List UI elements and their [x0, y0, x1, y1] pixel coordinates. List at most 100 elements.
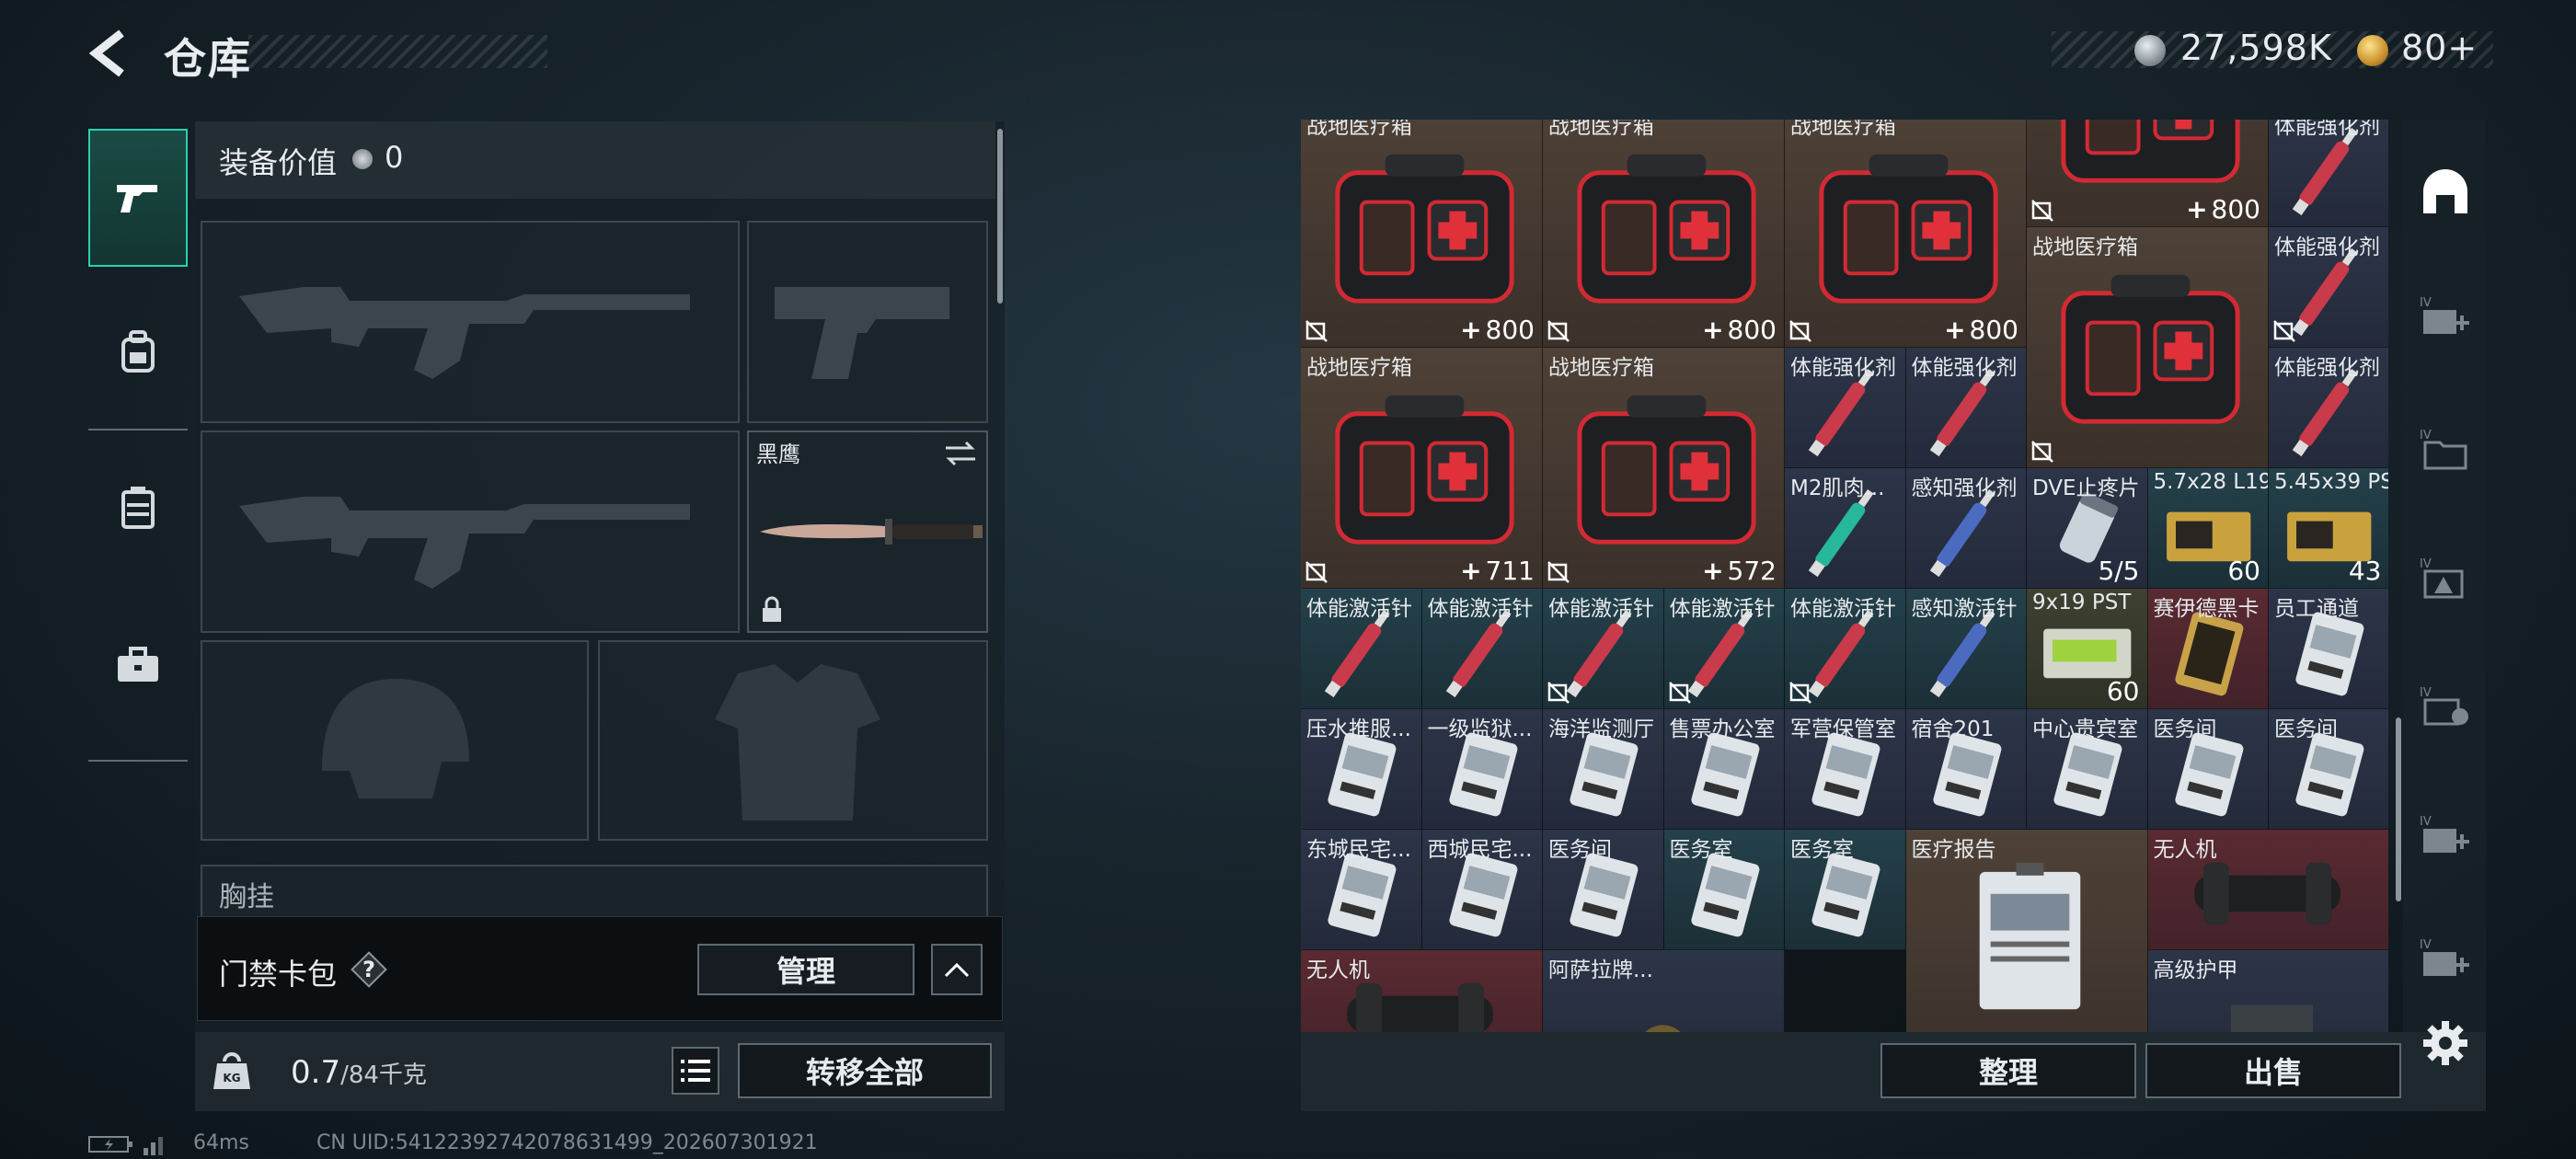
- item-name: 阿萨拉牌...: [1548, 958, 1653, 982]
- inventory-item[interactable]: +800: [2027, 120, 2269, 227]
- inventory-item[interactable]: 体能激活针: [1543, 589, 1664, 709]
- item-name: 高级护甲: [2153, 958, 2238, 982]
- inventory-item[interactable]: 体能强化剂: [2269, 348, 2388, 468]
- chest-rig-label: 胸挂: [219, 881, 274, 913]
- svg-text:IV: IV: [2420, 429, 2432, 442]
- hand-iv-icon[interactable]: IV: [2416, 677, 2475, 736]
- inventory-scrollbar[interactable]: [2396, 717, 2401, 901]
- inventory-item[interactable]: 体能激活针: [1421, 589, 1543, 709]
- inventory-item[interactable]: 宿舍201: [1905, 709, 2027, 830]
- inventory-item[interactable]: 战地医疗箱 +800: [1785, 120, 2027, 348]
- item-quantity: 5/5: [2098, 556, 2139, 586]
- inventory-item[interactable]: 压水推服...: [1301, 709, 1422, 830]
- inventory-item[interactable]: 5.45x39 PS 43: [2269, 468, 2388, 589]
- inventory-item[interactable]: 5.7x28 L190 60: [2147, 468, 2269, 589]
- equipment-scrollbar[interactable]: [997, 129, 1003, 304]
- inventory-item[interactable]: 无人机: [2147, 830, 2388, 950]
- primary-weapon-slot-2[interactable]: [201, 430, 740, 633]
- transfer-all-button[interactable]: 转移全部: [738, 1043, 992, 1098]
- primary-weapon-slot-1[interactable]: [201, 221, 740, 423]
- item-name: 医务室: [1790, 838, 1854, 862]
- back-arrow-icon[interactable]: [85, 28, 136, 79]
- item-quantity: +572: [1702, 556, 1777, 586]
- inventory-item[interactable]: 海洋监测厅: [1543, 709, 1664, 830]
- inventory-item[interactable]: DVE止疼片 5/5: [2027, 468, 2148, 589]
- plus-icon: +: [1460, 556, 1482, 586]
- chest-rig-slot[interactable]: [201, 865, 988, 916]
- nav-backpack-tab[interactable]: [88, 283, 188, 421]
- item-name: M2肌肉...: [1790, 476, 1885, 500]
- inventory-item[interactable]: 战地医疗箱 +800: [1543, 120, 1785, 348]
- manage-keycards-button[interactable]: 管理: [697, 944, 914, 995]
- item-quantity-value: 711: [1485, 556, 1535, 586]
- inventory-item[interactable]: 阿萨拉牌...: [1543, 950, 1785, 1032]
- helmet-slot[interactable]: [201, 640, 589, 841]
- inventory-item[interactable]: 员工通道: [2269, 589, 2388, 709]
- dome-icon[interactable]: [2416, 162, 2475, 221]
- item-name: 军营保管室: [1790, 717, 1896, 741]
- inventory-item[interactable]: 医务室: [1785, 830, 1906, 950]
- list-icon[interactable]: [672, 1047, 719, 1095]
- inventory-item[interactable]: M2肌肉...: [1785, 468, 1906, 589]
- item-quantity: +800: [1460, 315, 1535, 345]
- signal-icon: [144, 1133, 171, 1159]
- inventory-item[interactable]: 医疗报告: [1905, 830, 2148, 1032]
- armor-slot[interactable]: [598, 640, 988, 841]
- inventory-item[interactable]: 9x19 PST 60: [2027, 589, 2148, 709]
- inventory-item[interactable]: 战地医疗箱 +572: [1543, 348, 1785, 589]
- sell-button[interactable]: 出售: [2145, 1043, 2401, 1098]
- inventory-item[interactable]: 西城民宅...: [1421, 830, 1543, 950]
- inventory-item[interactable]: 医务室: [1663, 830, 1785, 950]
- inventory-item[interactable]: 感知强化剂: [1905, 468, 2027, 589]
- nav-case-tab[interactable]: [88, 596, 188, 734]
- inventory-item[interactable]: 体能激活针: [1785, 589, 1906, 709]
- swap-icon[interactable]: [942, 438, 979, 469]
- inventory-item[interactable]: 战地医疗箱: [2027, 227, 2269, 468]
- add-case-iv-icon[interactable]: IV: [2416, 806, 2475, 865]
- item-name: 医疗报告: [1911, 838, 1996, 862]
- inventory-item[interactable]: 战地医疗箱 +711: [1301, 348, 1543, 589]
- item-name: 战地医疗箱: [1548, 120, 1654, 139]
- inventory-item[interactable]: 中心贵宾室: [2027, 709, 2148, 830]
- item-quantity: 43: [2349, 556, 2382, 586]
- folder-iv-icon[interactable]: IV: [2416, 419, 2475, 478]
- inventory-item[interactable]: 体能激活针: [1301, 589, 1422, 709]
- add-case-iv-icon[interactable]: IV: [2416, 929, 2475, 988]
- inventory-item[interactable]: 体能强化剂: [1785, 348, 1906, 468]
- inventory-item[interactable]: 体能强化剂: [1905, 348, 2027, 468]
- inventory-item[interactable]: 医务间: [2147, 709, 2269, 830]
- item-name: 体能激活针: [1306, 597, 1412, 621]
- warning-iv-icon[interactable]: IV: [2416, 548, 2475, 607]
- inventory-item[interactable]: 体能激活针: [1663, 589, 1785, 709]
- inventory-item[interactable]: 无人机: [1301, 950, 1543, 1032]
- inventory-item[interactable]: 一级监狱...: [1421, 709, 1543, 830]
- inventory-item[interactable]: 医务间: [1543, 830, 1664, 950]
- inventory-item[interactable]: 军营保管室: [1785, 709, 1906, 830]
- add-case-iv-icon[interactable]: IV: [2416, 287, 2475, 346]
- chevron-up-icon[interactable]: [931, 944, 983, 995]
- pistol-slot[interactable]: [747, 221, 988, 423]
- nav-rig-tab[interactable]: [88, 438, 188, 576]
- medkit-icon: [1335, 395, 1514, 545]
- inventory-item[interactable]: 售票办公室: [1663, 709, 1785, 830]
- nav-weapons-tab[interactable]: [88, 129, 188, 267]
- inventory-item[interactable]: 体能强化剂: [2269, 120, 2388, 227]
- inventory-item[interactable]: 高级护甲: [2147, 950, 2388, 1032]
- unsellable-icon: [1668, 682, 1691, 704]
- inventory-item[interactable]: 体能强化剂: [2269, 227, 2388, 348]
- sort-button[interactable]: 整理: [1880, 1043, 2136, 1098]
- item-name: 医务间: [1548, 838, 1612, 862]
- inventory-item[interactable]: 东城民宅...: [1301, 830, 1422, 950]
- melee-slot[interactable]: 黑鹰: [747, 430, 988, 633]
- gear-icon[interactable]: [2421, 1019, 2469, 1067]
- keycard-title: 门禁卡包: [219, 957, 338, 992]
- medkit-icon: [1577, 154, 1756, 304]
- pistol-silhouette-icon: [775, 287, 949, 379]
- gold-balance[interactable]: 80+: [2401, 28, 2478, 68]
- inventory-item[interactable]: 感知激活针: [1905, 589, 2027, 709]
- item-name: 售票办公室: [1669, 717, 1776, 741]
- help-icon[interactable]: ?: [350, 950, 388, 989]
- inventory-item[interactable]: 战地医疗箱 +800: [1301, 120, 1543, 348]
- inventory-item[interactable]: 医务间: [2269, 709, 2388, 830]
- inventory-item[interactable]: 赛伊德黑卡: [2147, 589, 2269, 709]
